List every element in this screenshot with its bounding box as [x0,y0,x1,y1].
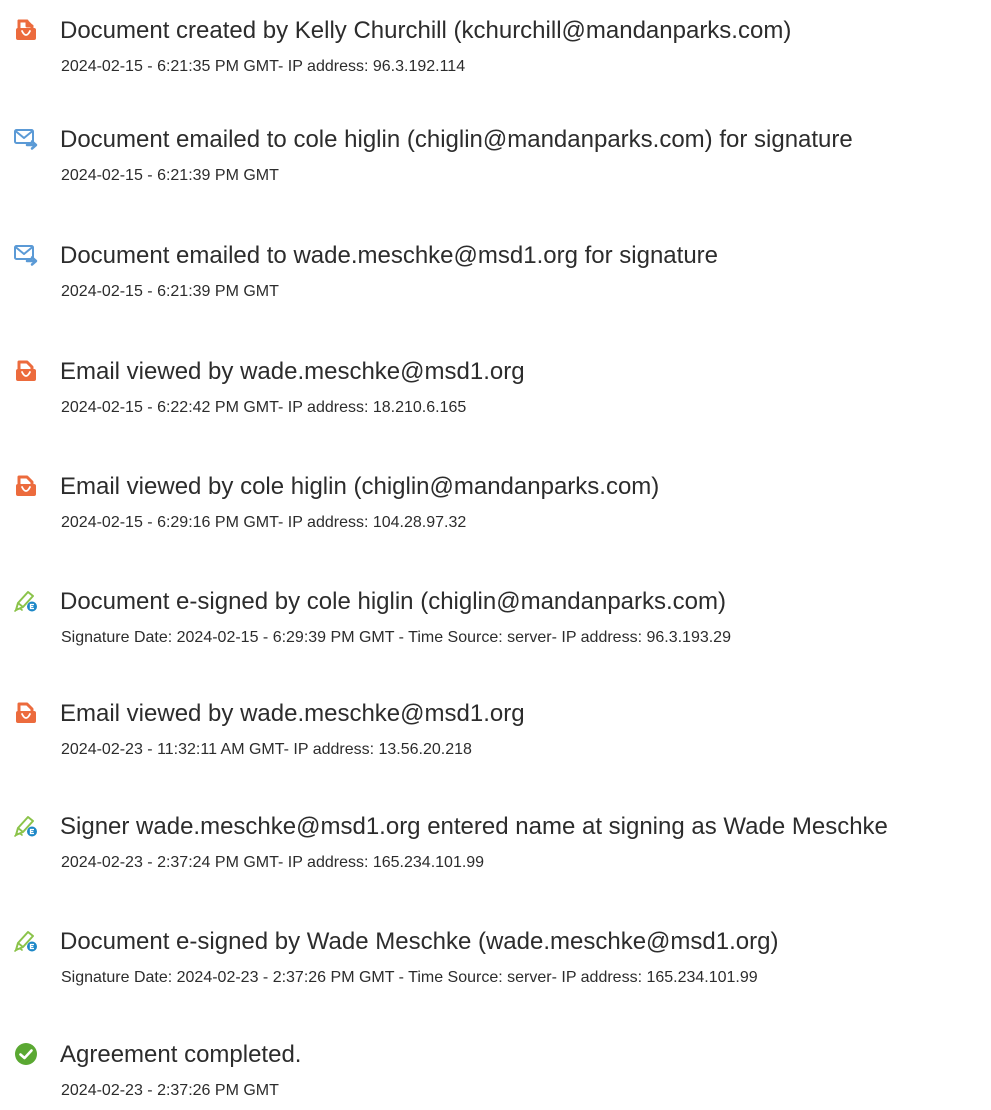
event-detail: 2024-02-15 - 6:22:42 PM GMT- IP address:… [61,399,467,416]
email-sent-icon [13,242,39,268]
audit-event: Document created by Kelly Churchill (kch… [0,17,991,117]
audit-event: Document emailed to cole higlin (chiglin… [0,126,991,226]
event-title: Document e-signed by cole higlin (chigli… [60,588,727,615]
email-sent-icon [13,126,39,152]
e-sign-pen-icon [13,928,39,954]
event-detail: 2024-02-15 - 6:29:16 PM GMT- IP address:… [61,514,467,531]
event-detail: 2024-02-23 - 11:32:11 AM GMT- IP address… [61,741,472,758]
document-viewed-icon [13,700,39,726]
audit-event: Email viewed by cole higlin (chiglin@man… [0,473,991,573]
event-title: Document created by Kelly Churchill (kch… [60,17,792,44]
audit-event: Document emailed to wade.meschke@msd1.or… [0,242,991,342]
audit-event: Email viewed by wade.meschke@msd1.org 20… [0,700,991,800]
check-circle-icon [13,1041,39,1067]
document-created-icon [13,17,39,43]
event-title: Signer wade.meschke@msd1.org entered nam… [60,813,888,840]
event-title: Email viewed by wade.meschke@msd1.org [60,358,525,385]
event-title: Agreement completed. [60,1041,302,1068]
event-title: Document emailed to cole higlin (chiglin… [60,126,853,153]
audit-event: Signer wade.meschke@msd1.org entered nam… [0,813,991,913]
event-title: Email viewed by wade.meschke@msd1.org [60,700,525,727]
audit-event: Agreement completed. 2024-02-23 - 2:37:2… [0,1041,991,1109]
e-sign-pen-icon [13,813,39,839]
audit-event: Document e-signed by cole higlin (chigli… [0,588,991,688]
event-detail: 2024-02-15 - 6:21:39 PM GMT [61,283,279,300]
event-detail: 2024-02-15 - 6:21:35 PM GMT- IP address:… [61,58,466,75]
event-title: Document e-signed by Wade Meschke (wade.… [60,928,779,955]
event-detail: 2024-02-15 - 6:21:39 PM GMT [61,167,279,184]
event-detail: Signature Date: 2024-02-15 - 6:29:39 PM … [61,629,731,646]
event-detail: 2024-02-23 - 2:37:24 PM GMT- IP address:… [61,854,485,871]
audit-event: Email viewed by wade.meschke@msd1.org 20… [0,358,991,458]
audit-event: Document e-signed by Wade Meschke (wade.… [0,928,991,1028]
e-sign-pen-icon [13,588,39,614]
event-detail: 2024-02-23 - 2:37:26 PM GMT [61,1082,279,1099]
event-title: Email viewed by cole higlin (chiglin@man… [60,473,660,500]
document-viewed-icon [13,358,39,384]
event-detail: Signature Date: 2024-02-23 - 2:37:26 PM … [61,969,758,986]
document-viewed-icon [13,473,39,499]
event-title: Document emailed to wade.meschke@msd1.or… [60,242,719,269]
